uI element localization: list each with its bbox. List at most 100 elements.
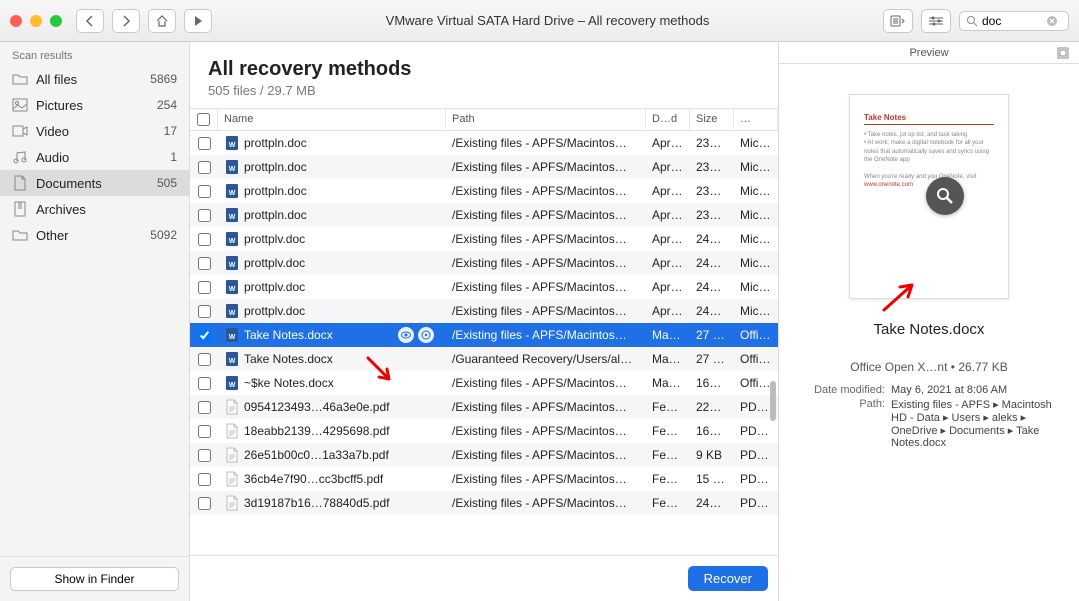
file-path: /Existing files - APFS/Macintos…: [446, 208, 646, 222]
row-checkbox[interactable]: [198, 233, 211, 246]
mount-row-icon[interactable]: [418, 327, 434, 343]
row-checkbox[interactable]: [198, 497, 211, 510]
sidebar-item-all-files[interactable]: All files 5869: [0, 66, 189, 92]
sidebar-item-documents[interactable]: Documents 505: [0, 170, 189, 196]
column-date[interactable]: D…d: [646, 109, 690, 130]
file-size: 27 KB: [690, 352, 734, 366]
preview-header-label: Preview: [779, 47, 1079, 59]
table-row[interactable]: 26e51b00c0…1a33a7b.pdf /Existing files -…: [190, 443, 778, 467]
sidebar-item-label: All files: [36, 72, 142, 87]
table-row[interactable]: W prottplv.doc /Existing files - APFS/Ma…: [190, 227, 778, 251]
file-path: /Existing files - APFS/Macintos…: [446, 160, 646, 174]
show-in-finder-button[interactable]: Show in Finder: [10, 567, 179, 591]
file-name: prottpln.doc: [244, 160, 307, 174]
settings-button[interactable]: [921, 9, 951, 33]
back-button[interactable]: [76, 9, 104, 33]
close-window-button[interactable]: [10, 15, 22, 27]
file-size: 23…: [690, 208, 734, 222]
row-checkbox[interactable]: [198, 281, 211, 294]
column-name[interactable]: Name: [218, 109, 446, 130]
file-path: /Existing files - APFS/Macintos…: [446, 496, 646, 510]
scrollbar-thumb[interactable]: [770, 381, 776, 421]
file-kind: Mic…: [734, 208, 778, 222]
file-date: Feb…: [646, 424, 690, 438]
table-row[interactable]: W prottpln.doc /Existing files - APFS/Ma…: [190, 155, 778, 179]
file-path: /Existing files - APFS/Macintos…: [446, 376, 646, 390]
play-button[interactable]: [184, 9, 212, 33]
doc-file-icon: W: [224, 159, 240, 175]
row-checkbox[interactable]: [198, 257, 211, 270]
table-row[interactable]: W Take Notes.docx /Guaranteed Recovery/U…: [190, 347, 778, 371]
row-checkbox[interactable]: [198, 305, 211, 318]
doc-file-icon: W: [224, 207, 240, 223]
sidebar-item-video[interactable]: Video 17: [0, 118, 189, 144]
row-checkbox[interactable]: [198, 401, 211, 414]
sidebar-header: Scan results: [0, 42, 189, 66]
search-input[interactable]: [982, 14, 1042, 28]
archive-icon: [12, 201, 28, 217]
video-icon: [12, 123, 28, 139]
table-body[interactable]: W prottpln.doc /Existing files - APFS/Ma…: [190, 131, 778, 555]
titlebar: VMware Virtual SATA Hard Drive – All rec…: [0, 0, 1079, 42]
preview-row-icon[interactable]: [398, 327, 414, 343]
preview-thumbnail[interactable]: Take Notes • Take notes, jot up list, an…: [849, 94, 1009, 299]
file-name: 0954123493…46a3e0e.pdf: [244, 400, 389, 414]
file-size: 9 KB: [690, 448, 734, 462]
file-name: prottplv.doc: [244, 232, 305, 246]
recover-button[interactable]: Recover: [688, 566, 768, 591]
row-checkbox[interactable]: [198, 377, 211, 390]
file-path: /Existing files - APFS/Macintos…: [446, 304, 646, 318]
window-title: VMware Virtual SATA Hard Drive – All rec…: [212, 13, 883, 28]
table-row[interactable]: W prottpln.doc /Existing files - APFS/Ma…: [190, 179, 778, 203]
table-row[interactable]: W prottpln.doc /Existing files - APFS/Ma…: [190, 203, 778, 227]
sidebar-item-other[interactable]: Other 5092: [0, 222, 189, 248]
file-size: 241…: [690, 496, 734, 510]
sidebar-item-pictures[interactable]: Pictures 254: [0, 92, 189, 118]
expand-preview-icon[interactable]: [1057, 47, 1069, 59]
row-checkbox[interactable]: [198, 449, 211, 462]
row-checkbox[interactable]: [198, 209, 211, 222]
row-checkbox[interactable]: [198, 473, 211, 486]
table-row[interactable]: 0954123493…46a3e0e.pdf /Existing files -…: [190, 395, 778, 419]
file-date: Apr…: [646, 280, 690, 294]
search-box[interactable]: [959, 11, 1069, 31]
row-checkbox[interactable]: [198, 425, 211, 438]
sidebar-item-archives[interactable]: Archives: [0, 196, 189, 222]
column-path[interactable]: Path: [446, 109, 646, 130]
table-row[interactable]: W prottplv.doc /Existing files - APFS/Ma…: [190, 251, 778, 275]
pdf-file-icon: [224, 495, 240, 511]
table-row[interactable]: 3d19187b16…78840d5.pdf /Existing files -…: [190, 491, 778, 515]
sidebar-item-audio[interactable]: Audio 1: [0, 144, 189, 170]
preview-zoom-icon[interactable]: [926, 177, 964, 215]
table-row[interactable]: W prottplv.doc /Existing files - APFS/Ma…: [190, 275, 778, 299]
page-subtitle: 505 files / 29.7 MB: [208, 83, 760, 98]
table-row[interactable]: W Take Notes.docx /Existing files - APFS…: [190, 323, 778, 347]
file-path: /Existing files - APFS/Macintos…: [446, 328, 646, 342]
row-checkbox[interactable]: [198, 329, 211, 342]
table-row[interactable]: W prottpln.doc /Existing files - APFS/Ma…: [190, 131, 778, 155]
minimize-window-button[interactable]: [30, 15, 42, 27]
file-path: /Existing files - APFS/Macintos…: [446, 256, 646, 270]
row-checkbox[interactable]: [198, 137, 211, 150]
file-kind: Mic…: [734, 136, 778, 150]
forward-button[interactable]: [112, 9, 140, 33]
table-row[interactable]: 36cb4e7f90…cc3bcff5.pdf /Existing files …: [190, 467, 778, 491]
file-size: 24…: [690, 232, 734, 246]
doc-file-icon: W: [224, 183, 240, 199]
column-kind[interactable]: …: [734, 109, 778, 130]
home-button[interactable]: [148, 9, 176, 33]
row-checkbox[interactable]: [198, 161, 211, 174]
clear-search-icon[interactable]: [1046, 15, 1058, 27]
view-mode-button[interactable]: [883, 9, 913, 33]
row-checkbox[interactable]: [198, 353, 211, 366]
table-row[interactable]: 18eabb2139…4295698.pdf /Existing files -…: [190, 419, 778, 443]
pdf-file-icon: [224, 399, 240, 415]
search-icon: [966, 15, 978, 27]
row-checkbox[interactable]: [198, 185, 211, 198]
maximize-window-button[interactable]: [50, 15, 62, 27]
table-row[interactable]: W ~$ke Notes.docx /Existing files - APFS…: [190, 371, 778, 395]
table-row[interactable]: W prottplv.doc /Existing files - APFS/Ma…: [190, 299, 778, 323]
select-all-checkbox[interactable]: [197, 113, 210, 126]
column-size[interactable]: Size: [690, 109, 734, 130]
file-size: 24…: [690, 280, 734, 294]
